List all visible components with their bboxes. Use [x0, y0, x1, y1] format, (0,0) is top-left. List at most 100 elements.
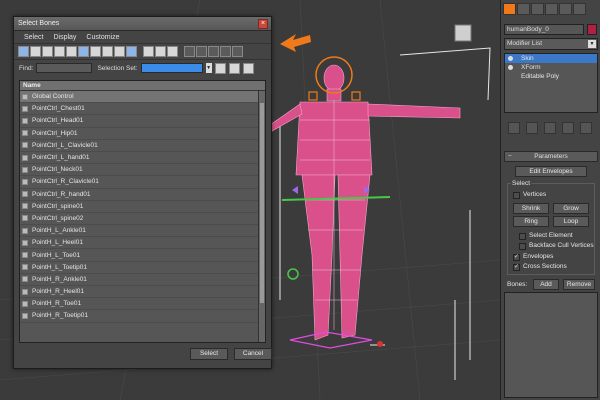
select-none-icon[interactable] — [155, 46, 166, 57]
lightbulb-icon[interactable] — [508, 65, 513, 70]
list-item[interactable]: PointCtrl_spine02 — [20, 213, 265, 226]
list-item[interactable]: PointH_R_Heel01 — [20, 286, 265, 299]
list-item[interactable]: PointH_L_Heel01 — [20, 237, 265, 250]
list-item[interactable]: PointH_L_Ankle01 — [20, 225, 265, 238]
pin-stack-icon[interactable] — [508, 122, 520, 134]
list-item[interactable]: PointH_R_Ankle01 — [20, 274, 265, 286]
backface-cull-label: Backface Cull Vertices — [529, 242, 594, 249]
menu-display[interactable]: Display — [53, 34, 76, 41]
list-item[interactable]: PointH_L_Toetip01 — [20, 262, 265, 274]
shrink-button[interactable]: Shrink — [513, 203, 549, 214]
make-unique-icon[interactable] — [544, 122, 556, 134]
parameters-rollout[interactable]: − Parameters — [504, 151, 598, 162]
list-scrollbar[interactable] — [258, 91, 265, 342]
cameras-filter-icon[interactable] — [66, 46, 77, 57]
filter-options-icon[interactable] — [232, 46, 243, 57]
ring-button[interactable]: Ring — [513, 216, 549, 227]
spacewarps-filter-icon[interactable] — [90, 46, 101, 57]
bone-name: Global Control — [32, 93, 74, 101]
list-item[interactable]: PointCtrl_R_Clavicle01 — [20, 176, 265, 189]
select-button[interactable]: Select — [190, 348, 228, 360]
skin-bones-list[interactable] — [504, 292, 598, 398]
bone-name: PointH_R_Ankle01 — [32, 275, 87, 283]
stack-item-xform[interactable]: XForm — [505, 63, 597, 72]
modifier-list-dropdown[interactable]: Modifier List ▼ — [504, 38, 598, 50]
list-item[interactable]: PointCtrl_Head01 — [20, 115, 265, 128]
loop-button[interactable]: Loop — [553, 216, 589, 227]
modify-tab-icon[interactable] — [517, 3, 530, 15]
selection-set-input[interactable] — [140, 63, 203, 73]
list-item[interactable]: PointCtrl_Chest01 — [20, 103, 265, 116]
vertices-checkbox[interactable] — [513, 192, 520, 199]
cancel-button[interactable]: Cancel — [234, 348, 272, 360]
list-item[interactable]: PointH_R_Toetip01 — [20, 310, 265, 323]
groups-filter-icon[interactable] — [102, 46, 113, 57]
hierarchy-tab-icon[interactable] — [531, 3, 544, 15]
list-item[interactable]: PointCtrl_spine01 — [20, 201, 265, 213]
envelopes-checkbox[interactable]: ✓ — [513, 254, 520, 261]
create-tab-icon[interactable] — [503, 3, 516, 15]
list-item[interactable]: PointCtrl_Hip01 — [20, 128, 265, 140]
select-all-icon[interactable] — [143, 46, 154, 57]
bones-list[interactable]: Name Global Control PointCtrl_Chest01 Poin… — [19, 80, 266, 343]
dialog-toolbar — [14, 44, 271, 60]
lightbulb-icon[interactable] — [508, 56, 513, 61]
list-item[interactable]: PointCtrl_L_Clavicle01 — [20, 140, 265, 152]
display-tab-icon[interactable] — [559, 3, 572, 15]
list-item[interactable]: PointCtrl_L_hand01 — [20, 152, 265, 165]
hierarchy-view-icon[interactable] — [196, 46, 207, 57]
stack-item-editable-poly[interactable]: Editable Poly — [505, 72, 597, 81]
show-end-result-icon[interactable] — [526, 122, 538, 134]
column-name-header[interactable]: Name — [20, 81, 265, 91]
bone-name: PointCtrl_spine01 — [32, 202, 84, 210]
find-label: Find: — [19, 64, 34, 72]
cross-sections-checkbox[interactable]: ✓ — [513, 264, 520, 271]
foot-marker-icon — [377, 341, 383, 347]
helpers-filter-icon[interactable] — [78, 46, 89, 57]
modifier-stack[interactable]: Skin XForm Editable Poly — [504, 53, 598, 113]
menu-customize[interactable]: Customize — [86, 34, 119, 41]
remove-modifier-icon[interactable] — [562, 122, 574, 134]
add-bone-button[interactable]: Add — [533, 279, 559, 290]
bones-filter-icon[interactable] — [126, 46, 137, 57]
stack-item-skin[interactable]: Skin — [505, 54, 597, 63]
geometry-filter-icon[interactable] — [30, 46, 41, 57]
selection-set-tool-icon[interactable] — [214, 62, 226, 74]
selection-set-dropdown-icon[interactable]: ▼ — [205, 63, 212, 73]
scrollbar-thumb[interactable] — [260, 103, 264, 303]
xrefs-filter-icon[interactable] — [114, 46, 125, 57]
list-item[interactable]: Global Control — [20, 91, 265, 104]
selection-set-tool3-icon[interactable] — [242, 62, 254, 74]
backface-cull-checkbox[interactable] — [519, 243, 526, 250]
list-view-icon[interactable] — [184, 46, 195, 57]
command-panel-tabs — [501, 0, 600, 18]
list-item[interactable]: PointCtrl_R_hand01 — [20, 189, 265, 201]
motion-tab-icon[interactable] — [545, 3, 558, 15]
bone-icon — [22, 288, 28, 295]
bone-name: PointCtrl_R_Clavicle01 — [32, 178, 99, 186]
stack-tools — [504, 122, 598, 136]
display-all-icon[interactable] — [18, 46, 29, 57]
remove-bone-button[interactable]: Remove — [563, 279, 595, 290]
close-icon[interactable]: × — [258, 19, 268, 29]
selection-set-tool2-icon[interactable] — [228, 62, 240, 74]
lights-filter-icon[interactable] — [54, 46, 65, 57]
bone-icon — [22, 227, 28, 234]
edit-envelopes-button[interactable]: Edit Envelopes — [515, 166, 587, 177]
grow-button[interactable]: Grow — [553, 203, 589, 214]
select-element-checkbox[interactable] — [519, 233, 526, 240]
vertices-label: Vertices — [523, 191, 547, 198]
shapes-filter-icon[interactable] — [42, 46, 53, 57]
object-color-swatch[interactable] — [587, 24, 597, 35]
menu-select[interactable]: Select — [24, 34, 43, 41]
list-item[interactable]: PointH_L_Toe01 — [20, 249, 265, 262]
filter-icon[interactable] — [220, 46, 231, 57]
find-input[interactable] — [36, 63, 93, 73]
configure-sets-icon[interactable] — [580, 122, 592, 134]
select-invert-icon[interactable] — [167, 46, 178, 57]
object-name-field[interactable]: humanBody_0 — [504, 24, 584, 35]
sort-icon[interactable] — [208, 46, 219, 57]
utilities-tab-icon[interactable] — [573, 3, 586, 15]
list-item[interactable]: PointH_R_Toe01 — [20, 298, 265, 311]
list-item[interactable]: PointCtrl_Neck01 — [20, 164, 265, 177]
